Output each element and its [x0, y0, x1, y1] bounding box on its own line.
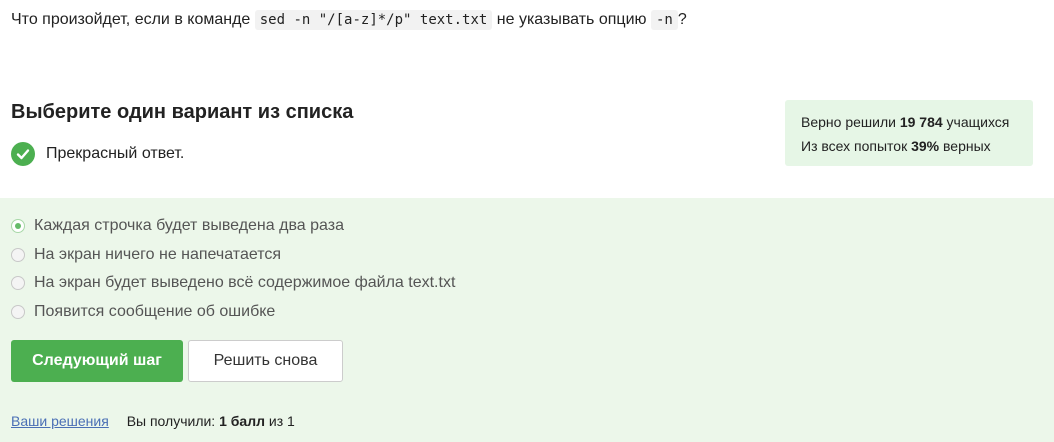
radio-icon[interactable] — [11, 276, 25, 290]
stats-attempts-value: 39% — [911, 138, 940, 154]
stats-solved-suffix: учащихся — [942, 114, 1010, 130]
score-value: 1 балл — [219, 413, 265, 429]
option-label: На экран будет выведено всё содержимое ф… — [34, 274, 456, 291]
feedback-text: Прекрасный ответ. — [46, 145, 185, 162]
code-option: -n — [650, 10, 678, 30]
option-3[interactable]: На экран будет выведено всё содержимое ф… — [11, 274, 455, 292]
your-solutions-link[interactable]: Ваши решения — [11, 413, 109, 429]
option-2[interactable]: На экран ничего не напечатается — [11, 246, 281, 264]
check-circle-icon — [11, 142, 35, 166]
radio-icon[interactable] — [11, 305, 25, 319]
question-part-2: не указывать опцию — [492, 11, 651, 28]
section-title: Выберите один вариант из списка — [11, 101, 354, 123]
score-suffix: из 1 — [265, 413, 295, 429]
stats-solved-value: 19 784 — [899, 114, 943, 130]
stats-box: Верно решили 19 784 учащихся Из всех поп… — [785, 100, 1033, 166]
score-prefix: Вы получили: — [126, 413, 220, 429]
stats-attempts-prefix: Из всех попыток — [801, 138, 912, 154]
option-label: Каждая строчка будет выведена два раза — [34, 217, 344, 234]
stats-attempts-suffix: верных — [939, 138, 991, 154]
answer-area: Каждая строчка будет выведена два раза Н… — [0, 198, 1054, 442]
stats-solved: Верно решили 19 784 учащихся — [801, 110, 1017, 134]
stats-solved-prefix: Верно решили — [801, 114, 900, 130]
code-command: sed -n "/[a-z]*/p" text.txt — [254, 10, 493, 30]
question-text: Что произойдет, если в команде sed -n "/… — [11, 9, 687, 31]
stats-attempts: Из всех попыток 39% верных — [801, 134, 1017, 158]
footer: Ваши решения Вы получили: 1 балл из 1 — [11, 413, 295, 429]
option-4[interactable]: Появится сообщение об ошибке — [11, 303, 275, 321]
next-step-button[interactable]: Следующий шаг — [11, 340, 183, 382]
option-label: На экран ничего не напечатается — [34, 246, 282, 263]
retry-button[interactable]: Решить снова — [188, 340, 343, 382]
question-part-3: ? — [677, 11, 687, 28]
radio-checked-icon[interactable] — [11, 219, 25, 233]
question-part-1: Что произойдет, если в команде — [11, 11, 255, 28]
feedback: Прекрасный ответ. — [11, 142, 184, 166]
option-label: Появится сообщение об ошибке — [34, 303, 276, 320]
option-1[interactable]: Каждая строчка будет выведена два раза — [11, 217, 344, 235]
radio-icon[interactable] — [11, 248, 25, 262]
